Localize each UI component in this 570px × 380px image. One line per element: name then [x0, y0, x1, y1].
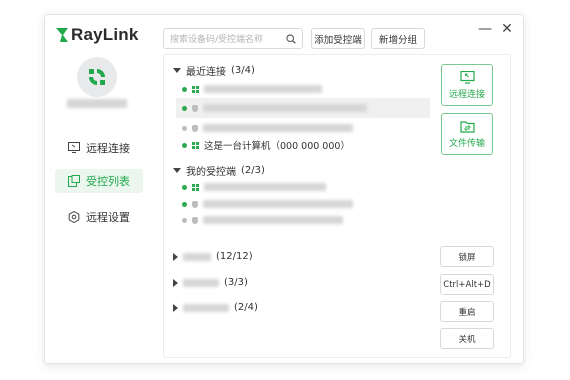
collapsed-caret-icon [173, 303, 178, 312]
group-count: (2/3) [241, 165, 265, 176]
online-status-icon [182, 184, 187, 190]
search-icon [286, 33, 296, 44]
sidebar-item-remote-connect[interactable]: 远程连接 [55, 136, 143, 160]
remote-connect-label: 远程连接 [448, 89, 485, 100]
close-icon: ✕ [501, 21, 513, 37]
group-header-collapsed[interactable]: (12/12) [173, 251, 253, 262]
device-name-blurred [203, 104, 367, 112]
user-avatar-icon [89, 69, 105, 85]
online-status-icon [182, 142, 187, 148]
group-header-recent[interactable]: 最近连接 (3/4) [173, 63, 255, 78]
close-button[interactable]: ✕ [499, 21, 515, 37]
online-status-icon [182, 86, 187, 92]
search-input[interactable]: 搜索设备码/受控端名称 [163, 28, 303, 49]
ctrl-alt-del-button[interactable]: Ctrl+Alt+D [440, 274, 494, 295]
sidebar-item-label: 受控列表 [86, 175, 130, 188]
group-count: (12/12) [216, 251, 253, 262]
username-blurred [67, 99, 127, 108]
device-name-blurred [203, 200, 353, 208]
group-name-blurred [183, 252, 211, 261]
add-controlled-button[interactable]: 添加受控端 [311, 28, 365, 49]
device-name: 这是一台计算机（000 000 000） [204, 141, 350, 152]
group-name-blurred [183, 278, 219, 287]
raylink-logo-icon [56, 28, 68, 42]
expanded-caret-icon [173, 68, 181, 73]
group-name: 我的受控端 [186, 167, 236, 178]
online-status-icon [182, 105, 187, 111]
device-row-this-computer[interactable]: 这是一台计算机（000 000 000） [176, 135, 416, 155]
windows-icon [192, 85, 199, 93]
group-header-collapsed[interactable]: (2/4) [173, 302, 258, 313]
group-count: (3/3) [224, 277, 248, 288]
minimize-icon: — [478, 21, 492, 37]
group-header-my-controlled[interactable]: 我的受控端 (2/3) [173, 163, 265, 178]
gear-icon [68, 211, 80, 223]
windows-icon [192, 141, 199, 149]
apple-icon [192, 216, 198, 224]
monitor-icon [68, 142, 80, 153]
raylink-logo: RayLink [56, 25, 139, 45]
search-placeholder: 搜索设备码/受控端名称 [170, 35, 264, 45]
shutdown-button[interactable]: 关机 [440, 328, 494, 349]
group-name-blurred [183, 303, 229, 312]
collapsed-caret-icon [173, 252, 178, 261]
group-count: (3/4) [231, 65, 255, 76]
monitor-connect-icon [459, 70, 475, 84]
group-header-collapsed[interactable]: (3/3) [173, 277, 248, 288]
device-name-blurred [203, 124, 353, 132]
minimize-button[interactable]: — [477, 21, 493, 37]
apple-icon [192, 124, 198, 132]
group-name: 最近连接 [186, 67, 226, 78]
windows-icon [192, 183, 199, 191]
online-status-icon [182, 201, 187, 207]
device-name-blurred [204, 85, 322, 93]
offline-status-icon [182, 125, 187, 131]
sidebar-item-label: 远程连接 [86, 142, 130, 155]
group-count: (2/4) [234, 302, 258, 313]
expanded-caret-icon [173, 168, 181, 173]
apple-icon [192, 200, 198, 208]
collapsed-caret-icon [173, 278, 178, 287]
file-transfer-button[interactable]: 文件传输 [441, 113, 493, 155]
folder-transfer-icon [459, 120, 475, 133]
file-transfer-label: 文件传输 [448, 138, 485, 149]
device-list-icon [68, 175, 80, 187]
device-row[interactable] [176, 210, 416, 230]
sidebar-item-controlled-list[interactable]: 受控列表 [55, 169, 143, 193]
new-group-button[interactable]: 新增分组 [371, 28, 425, 49]
app-window: RayLink — ✕ 远程连接 受控列表 远程设置 搜索设备码/受控端名称 添… [44, 14, 524, 364]
avatar[interactable] [77, 57, 117, 97]
sidebar-item-label: 远程设置 [86, 211, 130, 224]
restart-button[interactable]: 重启 [440, 301, 494, 322]
remote-connect-button[interactable]: 远程连接 [441, 64, 493, 106]
sidebar-item-remote-settings[interactable]: 远程设置 [55, 205, 143, 229]
device-row-selected[interactable] [176, 98, 430, 118]
offline-status-icon [182, 217, 187, 223]
device-name-blurred [203, 216, 343, 224]
logo-text: RayLink [71, 25, 139, 44]
device-row[interactable] [176, 79, 416, 99]
lock-screen-button[interactable]: 锁屏 [440, 246, 494, 267]
device-name-blurred [204, 183, 326, 191]
apple-icon [192, 104, 198, 112]
